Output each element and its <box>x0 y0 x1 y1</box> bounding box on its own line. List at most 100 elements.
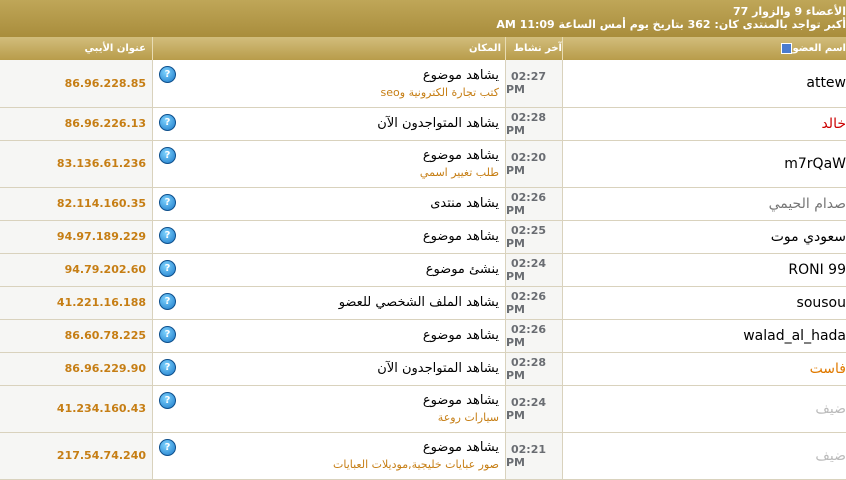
help-icon[interactable]: ? <box>159 259 176 277</box>
help-icon[interactable]: ? <box>159 438 176 456</box>
member-cell: ضيف <box>562 432 846 480</box>
last-activity-cell: 02:26 PM <box>505 187 563 221</box>
member-cell: attew <box>562 60 846 108</box>
table-header: عنوان الأيبي المكان آخر نشاط اسم العضو <box>0 37 846 60</box>
location-text[interactable]: يشاهد موضوع <box>153 68 499 83</box>
ip-address: 86.96.229.90 <box>64 362 146 375</box>
header-member[interactable]: اسم العضو <box>563 37 846 60</box>
ip-cell: 82.114.160.35 <box>0 187 153 221</box>
online-stats-bar: الأعضاء 9 والزوار 77 أكبر تواجد بالمنتدى… <box>0 0 846 37</box>
help-icon[interactable]: ? <box>159 193 176 211</box>
last-activity-cell: 02:25 PM <box>505 220 563 254</box>
location-cell: ? يشاهد منتدى <box>152 187 506 221</box>
table-row: 86.96.228.85? يشاهد موضوع كتب تجارة الكترو… <box>0 60 846 108</box>
member-name[interactable]: خالد <box>821 116 846 132</box>
ip-cell: 41.234.160.43 <box>0 385 153 433</box>
header-ip[interactable]: عنوان الأيبي <box>0 37 153 60</box>
location-text[interactable]: يشاهد المتواجدون الآن <box>153 116 499 131</box>
member-name[interactable]: m7rQaW <box>784 156 846 172</box>
table-row: 86.60.78.225? يشاهد موضوع 02:26 PM walad_al… <box>0 319 846 353</box>
last-activity-time: 02:26 PM <box>506 289 547 316</box>
help-icon[interactable]: ? <box>159 292 176 310</box>
last-activity-time: 02:27 PM <box>506 70 547 97</box>
last-activity-time: 02:25 PM <box>506 223 547 250</box>
sort-icon[interactable] <box>781 42 793 54</box>
ip-cell: 94.79.202.60 <box>0 253 153 287</box>
member-cell: RONI 99 <box>562 253 846 287</box>
member-name[interactable]: attew <box>806 75 846 91</box>
last-activity-time: 02:28 PM <box>506 355 547 382</box>
ip-cell: 217.54.74.240 <box>0 432 153 480</box>
table-row: 41.221.16.188? يشاهد الملف الشخصي للعضو 02… <box>0 286 846 320</box>
table-row: 41.234.160.43? يشاهد موضوع سيارات روعة 02:2… <box>0 385 846 433</box>
location-cell: ? يشاهد موضوع سيارات روعة <box>152 385 506 433</box>
member-name[interactable]: ضيف <box>815 401 846 417</box>
location-text[interactable]: يشاهد موضوع <box>153 328 499 343</box>
location-text[interactable]: يشاهد موضوع <box>153 229 499 244</box>
member-name[interactable]: RONI 99 <box>788 262 846 278</box>
ip-cell: 86.60.78.225 <box>0 319 153 353</box>
member-name[interactable]: sousou <box>797 295 846 311</box>
location-text[interactable]: يشاهد المتواجدون الآن <box>153 361 499 376</box>
location-text[interactable]: يشاهد الملف الشخصي للعضو <box>153 295 499 310</box>
location-cell: ? يشاهد موضوع صور عبايات خليجية,موديلات ال… <box>152 432 506 480</box>
table-row: 86.96.226.13? يشاهد المتواجدون الآن 02:28 … <box>0 107 846 141</box>
last-activity-cell: 02:20 PM <box>505 140 563 188</box>
location-text[interactable]: يشاهد موضوع <box>153 393 499 408</box>
header-location[interactable]: المكان <box>153 37 506 60</box>
ip-address: 41.234.160.43 <box>56 402 146 415</box>
member-cell: خالد <box>562 107 846 141</box>
help-icon[interactable]: ? <box>159 391 176 409</box>
member-cell: walad_al_hada <box>562 319 846 353</box>
table-row: 82.114.160.35? يشاهد منتدى 02:26 PM صدام ال… <box>0 187 846 221</box>
ip-address: 86.96.228.85 <box>64 76 146 90</box>
table-row: 86.96.229.90? يشاهد المتواجدون الآن 02:28 … <box>0 352 846 386</box>
thread-link[interactable]: كتب تجارة الكترونية وseo <box>153 86 499 99</box>
thread-link[interactable]: طلب تغيير اسمي <box>153 166 499 179</box>
location-text[interactable]: يشاهد موضوع <box>153 440 499 455</box>
member-name[interactable]: سعودي موت <box>771 229 846 245</box>
thread-link[interactable]: صور عبايات خليجية,موديلات العبايات <box>153 458 499 471</box>
member-cell: m7rQaW <box>562 140 846 188</box>
header-last-activity[interactable]: آخر نشاط <box>506 37 563 60</box>
location-cell: ? يشاهد موضوع <box>152 220 506 254</box>
last-activity-cell: 02:24 PM <box>505 385 563 433</box>
record-online-text: أكبر تواجد بالمنتدى كان: 362 بتاريخ يوم … <box>496 18 846 31</box>
last-activity-time: 02:26 PM <box>506 190 547 217</box>
ip-address: 86.96.226.13 <box>64 117 146 130</box>
help-icon[interactable]: ? <box>159 146 176 164</box>
help-icon[interactable]: ? <box>159 66 176 83</box>
location-text[interactable]: يشاهد منتدى <box>153 196 499 211</box>
last-activity-time: 02:24 PM <box>506 256 547 283</box>
location-text[interactable]: يشاهد موضوع <box>153 148 499 163</box>
ip-cell: 86.96.226.13 <box>0 107 153 141</box>
member-name[interactable]: صدام الحيمي <box>769 196 846 212</box>
last-activity-cell: 02:24 PM <box>505 253 563 287</box>
online-count-text: الأعضاء 9 والزوار 77 <box>732 5 846 18</box>
location-cell: ? يشاهد المتواجدون الآن <box>152 352 506 386</box>
last-activity-cell: 02:28 PM <box>505 352 563 386</box>
last-activity-time: 02:28 PM <box>506 110 547 137</box>
last-activity-time: 02:24 PM <box>506 395 547 422</box>
ip-cell: 94.97.189.229 <box>0 220 153 254</box>
member-name[interactable]: ضيف <box>815 448 846 464</box>
help-icon[interactable]: ? <box>159 226 176 244</box>
member-name[interactable]: فاست <box>810 361 846 377</box>
help-icon[interactable]: ? <box>159 358 176 376</box>
member-cell: سعودي موت <box>562 220 846 254</box>
location-text[interactable]: ينشئ موضوع <box>153 262 499 277</box>
ip-address: 94.97.189.229 <box>56 230 146 243</box>
thread-link[interactable]: سيارات روعة <box>153 411 499 424</box>
ip-cell: 41.221.16.188 <box>0 286 153 320</box>
help-icon[interactable]: ? <box>159 113 176 131</box>
location-cell: ? يشاهد المتواجدون الآن <box>152 107 506 141</box>
ip-address: 217.54.74.240 <box>56 449 146 462</box>
last-activity-time: 02:26 PM <box>506 322 547 349</box>
ip-cell: 86.96.228.85 <box>0 60 153 108</box>
ip-address: 82.114.160.35 <box>56 197 146 210</box>
member-name[interactable]: walad_al_hada <box>743 328 846 344</box>
location-cell: ? يشاهد موضوع طلب تغيير اسمي <box>152 140 506 188</box>
help-icon[interactable]: ? <box>159 325 176 343</box>
ip-address: 86.60.78.225 <box>64 329 146 342</box>
last-activity-cell: 02:26 PM <box>505 319 563 353</box>
